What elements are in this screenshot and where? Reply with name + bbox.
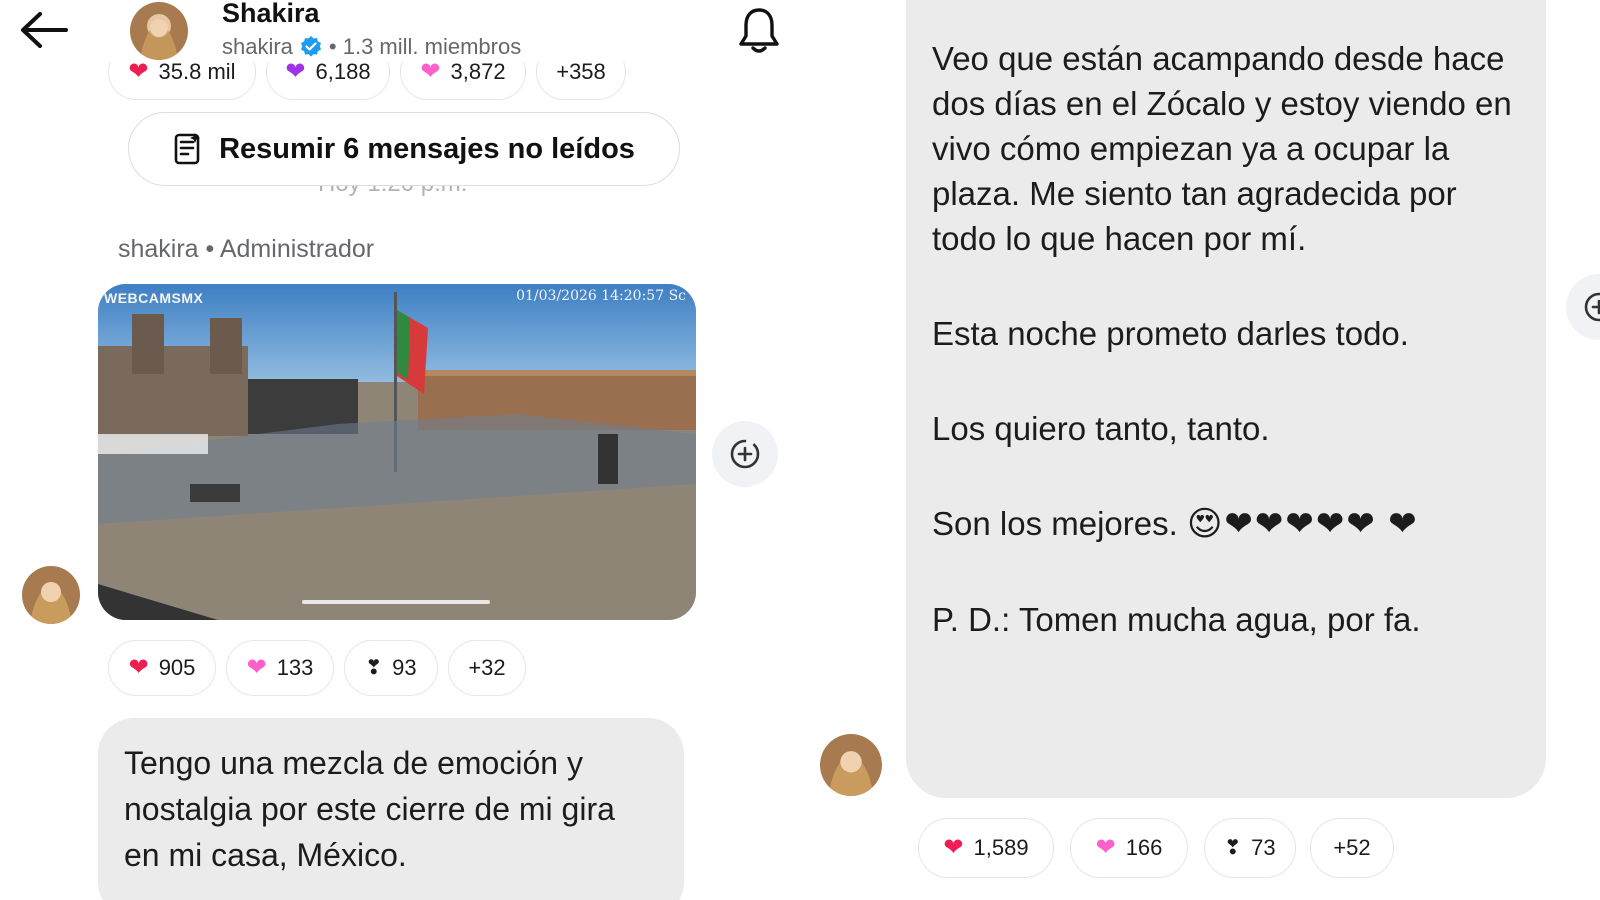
exclamation-heart-icon: ❣ <box>1224 837 1242 859</box>
summary-doc-icon <box>174 133 201 165</box>
more-reactions[interactable]: +52 <box>1310 818 1394 878</box>
message-text: Tengo una mezcla de emoción y nostalgia … <box>124 745 624 873</box>
message-paragraph: P. D.: Tomen mucha agua, por fa. <box>932 601 1421 638</box>
reaction-count: +52 <box>1333 835 1371 860</box>
back-arrow-icon[interactable] <box>18 10 70 50</box>
message-paragraph: Veo que están acampando desde hace dos d… <box>932 40 1521 257</box>
message-bubble[interactable]: Veo que están acampando desde hace dos d… <box>906 0 1546 798</box>
sender-avatar[interactable] <box>22 566 80 624</box>
reaction-count: +358 <box>556 62 606 84</box>
reaction-count: 1,589 <box>973 835 1029 860</box>
verified-badge-icon <box>300 36 321 57</box>
reaction-pill[interactable]: ❣ 73 <box>1204 818 1296 878</box>
reaction-count: 166 <box>1125 835 1163 860</box>
more-reactions[interactable]: +358 <box>536 62 626 100</box>
sender-label: shakira • Administrador <box>118 235 375 263</box>
photo-timestamp: 01/03/2026 14:20:57 Sc <box>516 288 686 304</box>
message-paragraph: Son los mejores. 😍❤❤❤❤❤ ❤ <box>932 501 1520 547</box>
reaction-count: 3,872 <box>450 62 506 84</box>
message-paragraph: Esta noche prometo darles todo. <box>932 315 1409 352</box>
emoji-sequence: 😍❤❤❤❤❤ ❤ <box>1186 505 1419 543</box>
pink-heart-icon: ❤ <box>246 654 267 681</box>
reaction-pill[interactable]: ❣ 93 <box>344 640 438 696</box>
heart-icon: ❤ <box>128 62 149 85</box>
reaction-count: +32 <box>468 655 506 680</box>
bell-icon[interactable] <box>736 6 782 56</box>
heart-icon: ❤ <box>128 654 149 681</box>
reaction-count: 133 <box>276 655 314 680</box>
reaction-count: 905 <box>158 655 196 680</box>
exclamation-heart-icon: ❣ <box>365 657 383 679</box>
pink-heart-icon: ❤ <box>420 62 441 85</box>
reaction-pill[interactable]: ❤ 3,872 <box>400 62 526 100</box>
reaction-pill[interactable]: ❤ 35.8 mil <box>108 62 256 100</box>
add-reaction-button[interactable] <box>1566 274 1600 340</box>
top-reactions: ❤ 35.8 mil ❤ 6,188 ❤ 3,872 +358 <box>0 62 800 104</box>
pink-heart-icon: ❤ <box>1095 834 1116 861</box>
media-scrollbar[interactable] <box>302 600 490 604</box>
reaction-pill[interactable]: ❤ 133 <box>226 640 334 696</box>
purple-heart-icon: ❤ <box>285 62 306 85</box>
member-count: • 1.3 mill. miembros <box>328 34 522 59</box>
group-title: Shakira <box>222 0 320 28</box>
reaction-pill[interactable]: ❤ 1,589 <box>918 818 1054 878</box>
group-handle: shakira <box>222 34 293 59</box>
photo-watermark: WEBCAMSMX <box>104 290 204 306</box>
group-subtitle: shakira • 1.3 mill. miembros <box>222 34 521 60</box>
more-reactions[interactable]: +32 <box>448 640 526 696</box>
summary-label: Resumir 6 mensajes no leídos <box>219 132 635 165</box>
summarize-unread-button[interactable]: Resumir 6 mensajes no leídos <box>128 112 680 186</box>
reaction-count: 73 <box>1251 835 1276 860</box>
reaction-count: 35.8 mil <box>158 62 236 84</box>
reaction-pill[interactable]: ❤ 905 <box>108 640 216 696</box>
reaction-pill[interactable]: ❤ 166 <box>1070 818 1188 878</box>
heart-icon: ❤ <box>943 834 964 861</box>
sender-avatar[interactable] <box>820 734 882 796</box>
reaction-pill[interactable]: ❤ 6,188 <box>266 62 390 100</box>
add-reaction-icon <box>1584 292 1600 322</box>
reaction-count: 93 <box>392 655 417 680</box>
reaction-count: 6,188 <box>315 62 371 84</box>
message-bubble[interactable]: Tengo una mezcla de emoción y nostalgia … <box>98 718 684 900</box>
message-text: Son los mejores. <box>932 505 1178 542</box>
add-reaction-icon <box>730 439 760 469</box>
message-paragraph: Los quiero tanto, tanto. <box>932 410 1270 447</box>
group-avatar[interactable] <box>130 2 188 60</box>
zocalo-photo[interactable]: WEBCAMSMX 01/03/2026 14:20:57 Sc <box>98 284 696 620</box>
add-reaction-button[interactable] <box>712 421 778 487</box>
